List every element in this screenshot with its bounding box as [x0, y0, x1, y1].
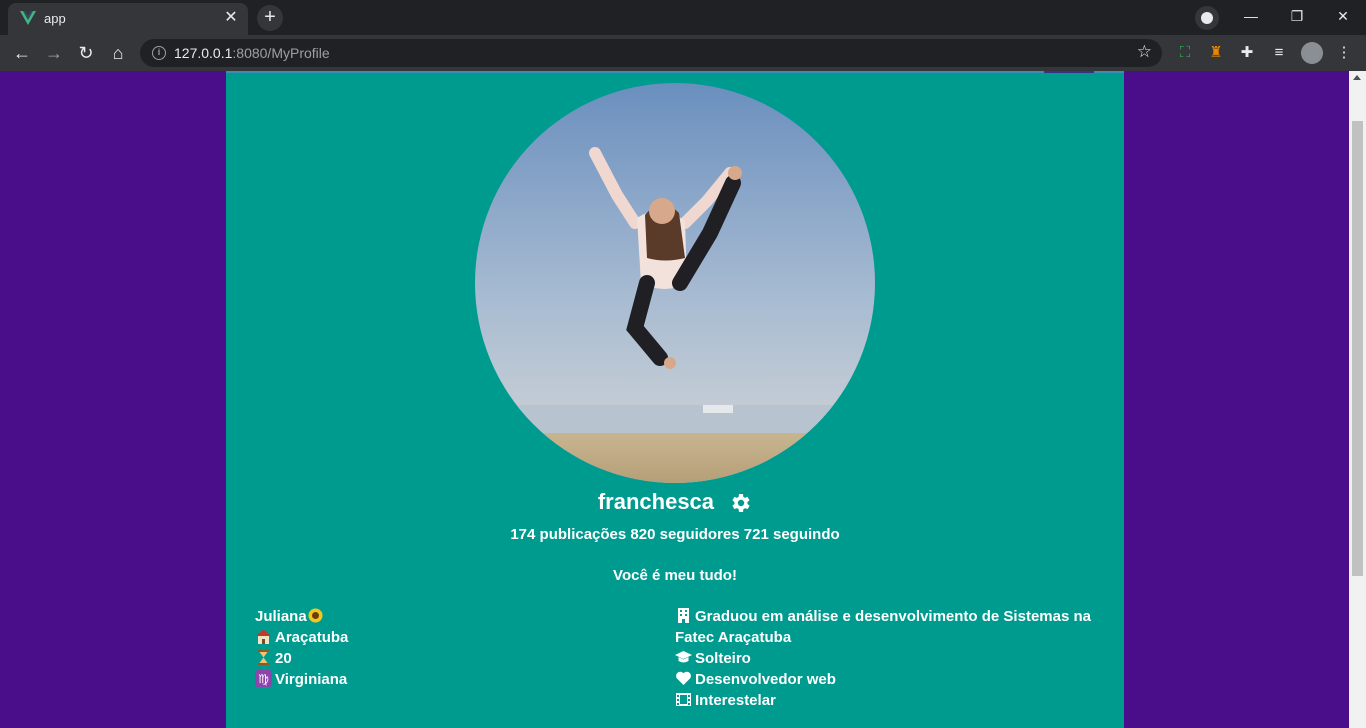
profile-card: franchesca 174 publicações 820 seguidore…	[226, 71, 1124, 728]
bookmark-star-icon[interactable]: ☆	[1137, 42, 1152, 62]
profile-info-right: Graduou em análise e desenvolvimento de …	[675, 606, 1105, 711]
film-icon	[676, 693, 691, 706]
address-bar[interactable]: i 127.0.0.1:8080/MyProfile ☆	[140, 39, 1162, 67]
svg-text:♍: ♍	[258, 672, 269, 686]
graduation-cap-icon	[675, 651, 692, 663]
profile-stats: 174 publicações 820 seguidores 721 segui…	[510, 526, 840, 543]
profile-info-left: Juliana Araçatuba 20 ♍ Virginiana	[255, 606, 635, 690]
building-icon	[678, 608, 689, 623]
info-interest: Interestelar	[675, 690, 1105, 711]
user-avatar-icon[interactable]	[1301, 42, 1323, 64]
media-control-icon[interactable]: ≡	[1269, 43, 1289, 63]
tab-close-icon[interactable]: ✕	[222, 9, 240, 27]
scroll-thumb[interactable]	[1352, 121, 1363, 576]
extension-lighthouse-icon[interactable]: ♜	[1206, 43, 1226, 63]
home-icon[interactable]: ⌂	[106, 41, 130, 65]
page-scrollbar[interactable]	[1349, 71, 1366, 728]
extensions-puzzle-icon[interactable]: ✚	[1237, 43, 1257, 63]
info-education-cont: Fatec Araçatuba	[675, 629, 792, 646]
info-age: 20	[255, 648, 635, 669]
info-name: Juliana	[255, 606, 635, 627]
browser-tabbar: app ✕ + — ❐ ✕	[0, 0, 1366, 35]
virgo-icon: ♍	[255, 670, 272, 687]
url-text[interactable]: 127.0.0.1:8080/MyProfile	[174, 45, 330, 61]
sunflower-icon	[308, 608, 323, 623]
new-tab-button[interactable]: +	[257, 5, 283, 31]
browser-toolbar: ← → ↻ ⌂ i 127.0.0.1:8080/MyProfile ☆ ⛶ ♜…	[0, 35, 1366, 71]
username-row: franchesca	[226, 489, 1124, 515]
forward-icon[interactable]: →	[42, 41, 66, 65]
profile-photo[interactable]	[475, 83, 875, 483]
card-divider	[226, 71, 1124, 73]
hourglass-icon	[258, 650, 269, 665]
vue-logo-icon	[20, 11, 36, 25]
info-city: Araçatuba	[255, 627, 635, 648]
heart-icon	[676, 671, 691, 685]
tab-search-icon[interactable]	[1195, 6, 1219, 30]
info-sign: ♍ Virginiana	[255, 669, 635, 690]
username: franchesca	[597, 489, 715, 514]
close-window-icon[interactable]: ✕	[1329, 6, 1357, 26]
site-info-icon[interactable]: i	[152, 46, 166, 60]
reload-icon[interactable]: ↻	[74, 41, 98, 65]
restore-icon[interactable]: ❐	[1283, 6, 1311, 26]
menu-kebab-icon[interactable]: ⋮	[1334, 43, 1354, 63]
back-icon[interactable]: ←	[10, 41, 34, 65]
extension-screenshot-icon[interactable]: ⛶	[1175, 43, 1195, 63]
profile-bio: Você é meu tudo!	[613, 567, 737, 584]
scroll-up-icon[interactable]	[1353, 75, 1361, 80]
info-education: Graduou em análise e desenvolvimento de …	[675, 606, 1105, 627]
house-icon	[256, 629, 271, 644]
gear-icon[interactable]	[728, 491, 752, 515]
tab-title: app	[44, 11, 66, 26]
browser-tab[interactable]: app ✕	[8, 3, 248, 35]
card-divider-accent	[1044, 71, 1094, 73]
info-relationship: Solteiro	[675, 648, 1105, 669]
info-work: Desenvolvedor web	[675, 669, 1105, 690]
minimize-icon[interactable]: —	[1237, 6, 1265, 26]
